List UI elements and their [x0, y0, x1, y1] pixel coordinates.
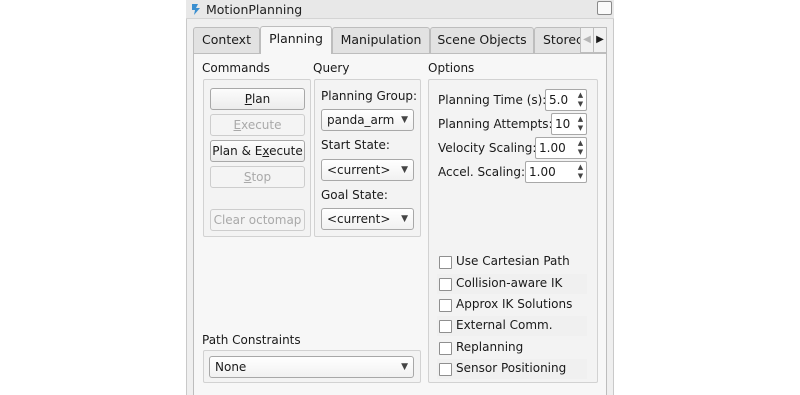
spin-up-icon[interactable]: ▲ — [576, 163, 585, 172]
spin-down-icon[interactable]: ▼ — [576, 100, 585, 109]
planning-group-select[interactable]: panda_arm ▼ — [321, 109, 414, 131]
start-state-value: <current> — [327, 163, 391, 177]
chevron-down-icon: ▼ — [401, 362, 408, 372]
tab-scroll-left-icon: ◀ — [580, 27, 594, 53]
goal-state-label: Goal State: — [321, 188, 388, 202]
checkbox-label: Approx IK Solutions — [456, 297, 573, 311]
spin-down-icon[interactable]: ▼ — [576, 172, 585, 181]
plan-mnemonic: P — [244, 92, 252, 106]
plan-and-execute-button[interactable]: Plan & Execute — [210, 140, 305, 162]
stop-button[interactable]: Stop — [210, 166, 305, 188]
planning-time-spinbox[interactable]: 5.0 ▲ ▼ — [545, 89, 587, 111]
chevron-down-icon: ▼ — [401, 115, 408, 125]
panel-title: MotionPlanning — [206, 2, 303, 17]
tab-scroll-right-icon[interactable]: ▶ — [593, 27, 607, 53]
checkbox-label: External Comm. — [456, 318, 553, 332]
tab-manipulation[interactable]: Manipulation — [332, 27, 430, 53]
planning-time-value: 5.0 — [549, 93, 569, 107]
execute-label: xecute — [241, 118, 282, 132]
plan-label: lan — [251, 92, 271, 106]
checkbox-box[interactable] — [439, 299, 452, 312]
spin-up-icon[interactable]: ▲ — [576, 139, 585, 148]
external-comm-checkbox[interactable]: External Comm. — [437, 316, 587, 336]
checkbox-label: Replanning — [456, 340, 524, 354]
collision-aware-ik-checkbox[interactable]: Collision-aware IK — [437, 274, 587, 294]
stop-label: top — [251, 170, 272, 184]
plan-execute-label-rest: ecute — [269, 144, 303, 158]
planning-group-value: panda_arm — [327, 113, 395, 127]
velocity-scaling-spinbox[interactable]: 1.00 ▲ ▼ — [535, 137, 587, 159]
start-state-select[interactable]: <current> ▼ — [321, 159, 414, 181]
tab-scene-objects[interactable]: Scene Objects — [430, 27, 534, 53]
start-state-label: Start State: — [321, 138, 390, 152]
checkbox-label: Collision-aware IK — [456, 276, 563, 290]
replanning-checkbox[interactable]: Replanning — [437, 338, 587, 358]
goal-state-select[interactable]: <current> ▼ — [321, 208, 414, 230]
options-heading: Options — [428, 61, 475, 75]
checkbox-label: Sensor Positioning — [456, 361, 567, 375]
query-heading: Query — [313, 61, 350, 75]
velocity-scaling-label: Velocity Scaling: — [438, 141, 537, 155]
accel-scaling-label: Accel. Scaling: — [438, 165, 526, 179]
rviz-panel-icon — [192, 4, 200, 15]
execute-mnemonic: E — [233, 118, 242, 132]
planning-attempts-label: Planning Attempts: — [438, 117, 553, 131]
checkbox-box[interactable] — [439, 342, 452, 355]
checkbox-box[interactable] — [439, 256, 452, 269]
approx-ik-solutions-checkbox[interactable]: Approx IK Solutions — [437, 295, 587, 315]
path-constraints-value: None — [215, 360, 247, 374]
planning-time-label: Planning Time (s): — [438, 93, 547, 107]
plan-button[interactable]: Plan — [210, 88, 305, 110]
chevron-down-icon: ▼ — [401, 214, 408, 224]
checkbox-box[interactable] — [439, 320, 452, 333]
execute-button[interactable]: Execute — [210, 114, 305, 136]
planning-group-label: Planning Group: — [321, 89, 418, 103]
checkbox-label: Use Cartesian Path — [456, 254, 570, 268]
use-cartesian-path-checkbox[interactable]: Use Cartesian Path — [437, 252, 587, 272]
path-constraints-select[interactable]: None ▼ — [209, 356, 414, 378]
undock-button[interactable] — [597, 1, 612, 15]
spin-up-icon[interactable]: ▲ — [576, 115, 585, 124]
accel-scaling-spinbox[interactable]: 1.00 ▲ ▼ — [525, 161, 587, 183]
checkbox-box[interactable] — [439, 363, 452, 376]
tab-stored-states[interactable]: Storec — [534, 27, 582, 53]
spin-down-icon[interactable]: ▼ — [576, 148, 585, 157]
planning-attempts-value: 10 — [555, 117, 571, 131]
plan-execute-label-pre: Plan & E — [212, 144, 263, 158]
tab-planning[interactable]: Planning — [260, 26, 332, 54]
spin-down-icon[interactable]: ▼ — [576, 124, 585, 133]
velocity-scaling-value: 1.00 — [539, 141, 566, 155]
spin-up-icon[interactable]: ▲ — [576, 91, 585, 100]
accel-scaling-value: 1.00 — [529, 165, 556, 179]
goal-state-value: <current> — [327, 212, 391, 226]
clear-octomap-button[interactable]: Clear octomap — [210, 209, 305, 231]
commands-heading: Commands — [202, 61, 270, 75]
chevron-down-icon: ▼ — [401, 165, 408, 175]
planning-attempts-spinbox[interactable]: 10 ▲ ▼ — [551, 113, 587, 135]
path-constraints-heading: Path Constraints — [202, 333, 301, 347]
checkbox-box[interactable] — [439, 278, 452, 291]
sensor-positioning-checkbox[interactable]: Sensor Positioning — [437, 359, 587, 379]
tab-context[interactable]: Context — [193, 27, 260, 53]
